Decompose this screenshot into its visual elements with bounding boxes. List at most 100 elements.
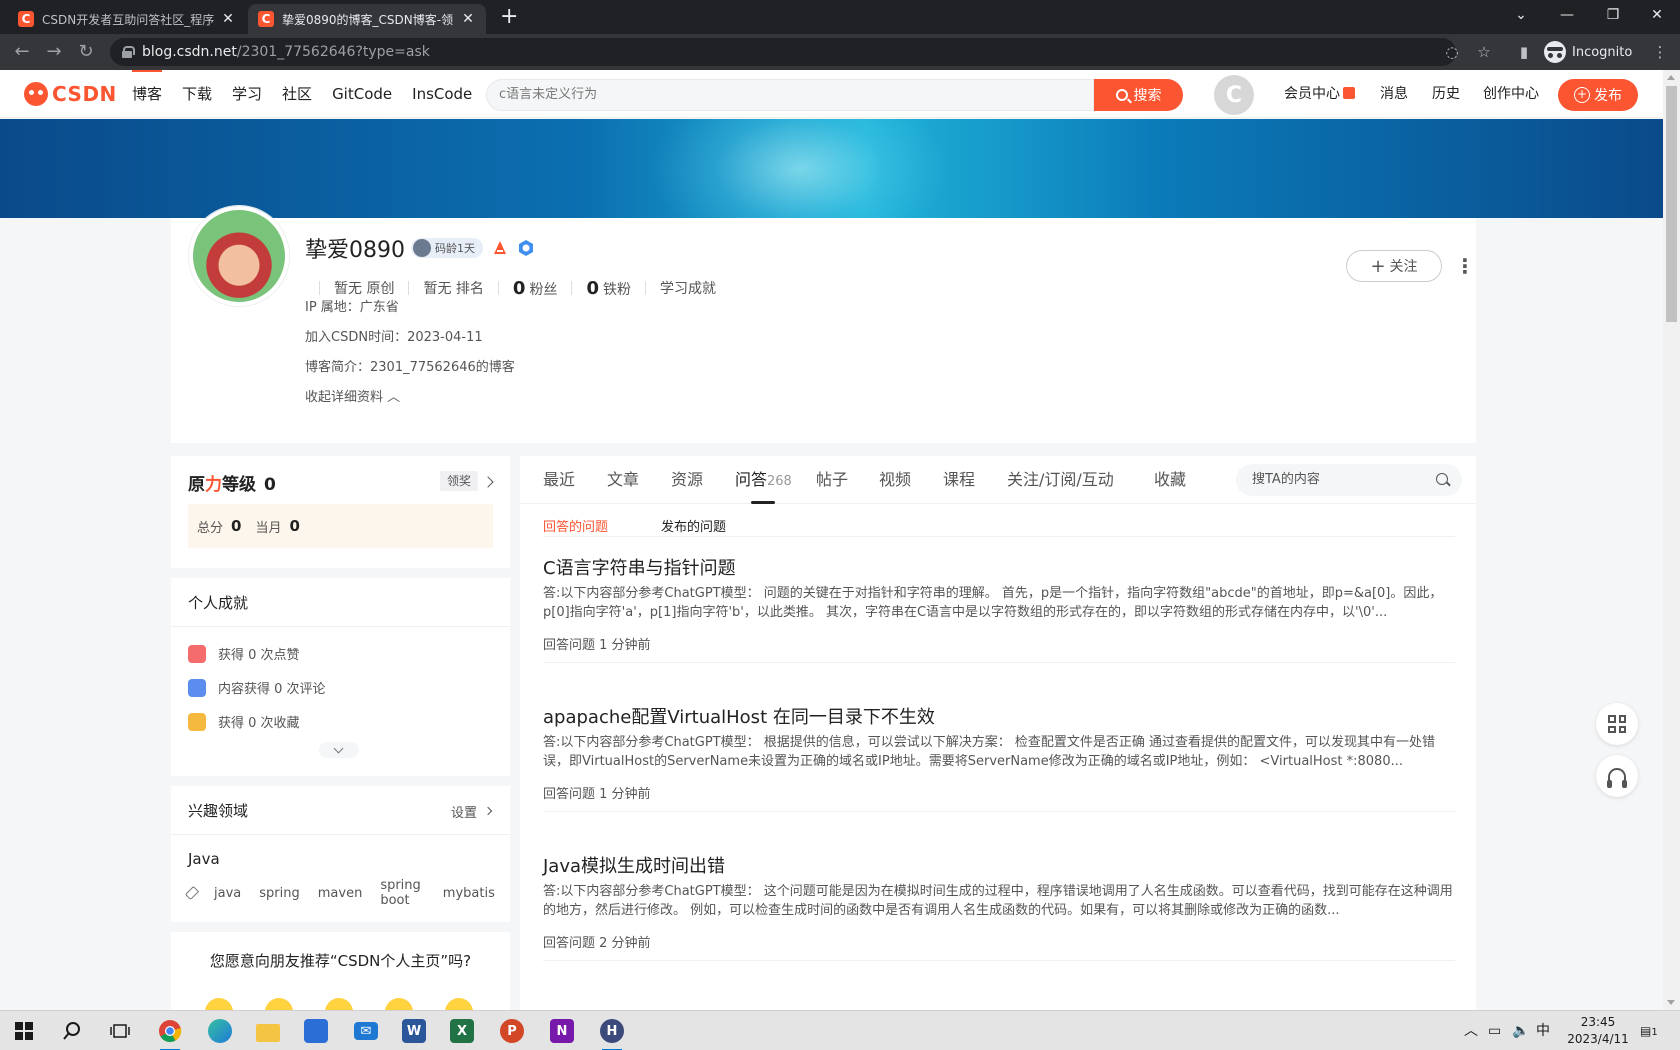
nav-inscode[interactable]: InsCode (402, 70, 482, 118)
csdn-logo[interactable]: CSDN (24, 82, 117, 106)
task-view-icon[interactable] (104, 1015, 136, 1047)
rating-emoji-icon[interactable] (205, 998, 233, 1010)
incognito-indicator[interactable]: Incognito (1544, 39, 1632, 65)
side-panel-icon[interactable]: ▮ (1514, 42, 1534, 62)
follow-button[interactable]: + 关注 (1346, 250, 1442, 282)
restore-icon[interactable]: ❐ (1590, 0, 1636, 30)
nav-gitcode[interactable]: GitCode (322, 70, 402, 118)
nav-community[interactable]: 社区 (272, 70, 322, 118)
mail-icon[interactable]: ✉ (350, 1015, 382, 1047)
nav-learn[interactable]: 学习 (222, 70, 272, 118)
stat-fans[interactable]: 0 粉丝 (513, 278, 558, 299)
interests-settings-link[interactable]: 设置 (451, 802, 477, 821)
rating-emoji-icon[interactable] (265, 998, 293, 1010)
tab-recent[interactable]: 最近 (543, 456, 575, 504)
browser-tab[interactable]: C CSDN开发者互助问答社区_程序 ✕ (8, 4, 246, 34)
tab-courses[interactable]: 课程 (943, 456, 975, 504)
question-title[interactable]: apapache配置VirtualHost 在同一目录下不生效 (543, 705, 1455, 731)
rating-emoji-icon[interactable] (325, 998, 353, 1010)
header-search-input[interactable]: c语言未定义行为 (486, 79, 1094, 111)
tab-posts[interactable]: 帖子 (816, 456, 848, 504)
minimize-icon[interactable]: — (1544, 0, 1590, 30)
member-center-link[interactable]: 会员中心 (1284, 70, 1355, 118)
list-item[interactable]: apapache配置VirtualHost 在同一目录下不生效 答:以下内容部分… (543, 705, 1455, 802)
new-tab-button[interactable]: + (500, 5, 518, 29)
content-search-input[interactable]: 搜TA的内容 (1236, 464, 1462, 496)
start-icon[interactable] (8, 1015, 40, 1047)
address-bar[interactable]: blog.csdn.net/2301_77562646?type=ask (110, 38, 1456, 66)
answer-excerpt[interactable]: 答:以下内容部分参考ChatGPT模型： 问题的关键在于对指针和字符串的理解。 … (543, 584, 1455, 622)
excel-icon[interactable]: X (446, 1015, 478, 1047)
file-explorer-icon[interactable] (252, 1015, 284, 1047)
subtab-answered[interactable]: 回答的问题 (543, 516, 608, 535)
rating-emoji-icon[interactable] (445, 998, 473, 1010)
store-icon[interactable] (300, 1015, 332, 1047)
browser-menu-icon[interactable]: ⋮ (1650, 42, 1670, 62)
browser-tab-active[interactable]: C 挚爱0890的博客_CSDN博客-领 ✕ (248, 4, 486, 34)
answer-excerpt[interactable]: 答:以下内容部分参考ChatGPT模型： 根据提供的信息，可以尝试以下解决方案：… (543, 733, 1455, 771)
answer-excerpt[interactable]: 答:以下内容部分参考ChatGPT模型： 这个问题可能是因为在模拟时间生成的过程… (543, 882, 1455, 920)
volume-icon[interactable]: 🔈 (1512, 1011, 1529, 1050)
creator-center-link[interactable]: 创作中心 (1483, 70, 1539, 118)
close-tab-icon[interactable]: ✕ (460, 11, 476, 27)
qr-code-button[interactable] (1596, 703, 1638, 745)
powerpoint-icon[interactable]: P (496, 1015, 528, 1047)
verified-badge-icon[interactable] (517, 239, 535, 257)
stat-original[interactable]: 暂无 原创 (334, 278, 394, 298)
publish-button[interactable]: + 发布 (1558, 79, 1638, 111)
chrome-icon[interactable] (154, 1015, 186, 1050)
ime-indicator[interactable]: 中 (1536, 1011, 1550, 1050)
search-icon[interactable] (56, 1015, 88, 1047)
rating-emoji-icon[interactable] (385, 998, 413, 1010)
question-title[interactable]: Java模拟生成时间出错 (543, 854, 1455, 880)
interest-tag[interactable]: maven (318, 886, 363, 901)
more-options-icon[interactable]: ⋮ (1455, 254, 1475, 278)
nav-download[interactable]: 下载 (172, 70, 222, 118)
scroll-thumb[interactable] (1666, 86, 1677, 322)
subtab-asked[interactable]: 发布的问题 (661, 516, 726, 535)
avatar[interactable] (189, 206, 289, 306)
eye-off-icon[interactable]: ◌ (1442, 42, 1462, 62)
stat-rank[interactable]: 暂无 排名 (423, 278, 483, 298)
claim-reward-button[interactable]: 领奖 (440, 471, 479, 491)
chevron-right-icon[interactable] (482, 476, 494, 488)
scroll-up-icon[interactable] (1667, 75, 1675, 80)
list-item[interactable]: Java模拟生成时间出错 答:以下内容部分参考ChatGPT模型： 这个问题可能… (543, 854, 1455, 951)
tab-articles[interactable]: 文章 (607, 456, 639, 504)
list-item[interactable]: C语言字符串与指针问题 答:以下内容部分参考ChatGPT模型： 问题的关键在于… (543, 556, 1455, 653)
customer-service-button[interactable] (1596, 755, 1638, 797)
interest-tag[interactable]: java (214, 886, 241, 901)
expand-achievements-icon[interactable] (319, 742, 359, 758)
word-icon[interactable]: W (398, 1015, 430, 1047)
interest-tag[interactable]: mybatis (443, 886, 495, 901)
tab-favorites[interactable]: 收藏 (1154, 456, 1186, 504)
reload-icon[interactable]: ↻ (74, 40, 98, 64)
messages-link[interactable]: 消息 (1380, 70, 1408, 118)
forward-icon[interactable]: → (42, 40, 66, 64)
nav-blog[interactable]: 博客 (122, 70, 172, 118)
notification-center-icon[interactable]: ▤1 (1640, 1011, 1658, 1050)
close-window-icon[interactable]: ✕ (1634, 0, 1680, 30)
tray-overflow-icon[interactable]: ︿ (1464, 1011, 1478, 1050)
onenote-icon[interactable]: N (546, 1015, 578, 1047)
clock[interactable]: 23:45 2023/4/11 (1562, 1014, 1634, 1048)
interest-tag[interactable]: spring (259, 886, 299, 901)
creator-badge-icon[interactable] (491, 239, 509, 257)
tab-follow-subscribe[interactable]: 关注/订阅/互动 (1007, 456, 1114, 504)
tab-qa[interactable]: 问答268 (735, 456, 792, 504)
tab-resources[interactable]: 资源 (671, 456, 703, 504)
tab-search-icon[interactable]: ⌄ (1498, 0, 1544, 30)
page-scrollbar[interactable] (1663, 70, 1680, 1010)
bookmark-star-icon[interactable]: ☆ (1474, 42, 1494, 62)
user-avatar-placeholder-icon[interactable]: C (1214, 75, 1254, 115)
tab-videos[interactable]: 视频 (879, 456, 911, 504)
history-link[interactable]: 历史 (1432, 70, 1460, 118)
app-icon[interactable]: H (596, 1015, 628, 1050)
search-icon[interactable] (1436, 473, 1448, 485)
scroll-down-icon[interactable] (1667, 1000, 1675, 1005)
interest-tag[interactable]: spring boot (380, 878, 424, 908)
close-tab-icon[interactable]: ✕ (220, 11, 236, 27)
stat-learning[interactable]: 学习成就 (660, 278, 716, 298)
stat-iron-fans[interactable]: 0 铁粉 (586, 278, 631, 299)
network-icon[interactable]: ▭ (1488, 1011, 1501, 1050)
